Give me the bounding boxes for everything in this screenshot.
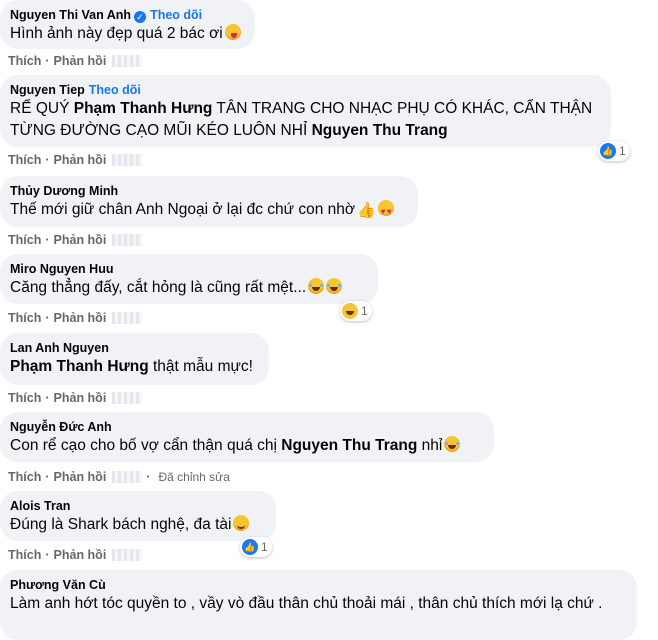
like-reaction-icon: 👍: [600, 143, 616, 159]
comment-text: Con rể cạo cho bố vợ cẩn thận quá chị Ng…: [10, 435, 482, 457]
comment-text: Thế mới giữ chân Anh Ngoại ở lại đc chứ …: [10, 199, 406, 223]
separator: ·: [45, 233, 50, 247]
comment-author[interactable]: Lan Anh Nguyen: [10, 341, 109, 355]
separator: ·: [45, 548, 50, 562]
comment-bubble: Phương Văn Cù Làm anh hớt tóc quyền to ,…: [0, 570, 637, 640]
like-link[interactable]: Thích: [8, 547, 41, 563]
reply-link[interactable]: Phản hồi: [54, 390, 107, 406]
comment-actions: Thích · Phản hồi: [8, 310, 143, 326]
tears-of-joy-emoji-icon: [308, 278, 325, 294]
mention-link[interactable]: Nguyen Thu Trang: [312, 122, 448, 139]
comment-author[interactable]: Nguyễn Đức Anh: [10, 420, 112, 434]
mention-link[interactable]: Phạm Thanh Hưng: [10, 358, 149, 375]
comment-actions: Thích · Phản hồi: [8, 547, 143, 563]
reply-link[interactable]: Phản hồi: [54, 232, 107, 248]
like-link[interactable]: Thích: [8, 152, 41, 168]
reply-link[interactable]: Phản hồi: [54, 53, 107, 69]
comment-actions: Thích · Phản hồi: [8, 53, 143, 69]
comment-actions: Thích · Phản hồi: [8, 152, 143, 168]
like-link[interactable]: Thích: [8, 232, 41, 248]
comment-bubble: Miro Nguyen Huu Căng thẳng đấy, cắt hỏng…: [0, 254, 378, 304]
winking-kiss-emoji-icon: [224, 24, 241, 40]
reply-link[interactable]: Phản hồi: [54, 469, 107, 485]
verified-badge-icon: ✓: [134, 11, 147, 23]
timestamp-redacted: [112, 55, 143, 67]
timestamp-redacted: [112, 234, 143, 246]
follow-button[interactable]: Theo dõi: [89, 83, 141, 97]
comment-author[interactable]: Phương Văn Cù: [10, 578, 106, 592]
heart-eyes-emoji-icon: [377, 200, 394, 223]
like-link[interactable]: Thích: [8, 469, 41, 485]
comment-bubble: Nguyen Thi Van Anh ✓ Theo dõi Hình ảnh này…: [0, 0, 255, 49]
comment-actions: Thích · Phản hồi: [8, 232, 143, 248]
comment-bubble: Lan Anh Nguyen Phạm Thanh Hưng thật mẫu …: [0, 333, 269, 385]
comment-text: Phạm Thanh Hưng thật mẫu mực!: [10, 358, 253, 375]
tears-of-joy-emoji-icon: [444, 436, 461, 452]
comment-actions: Thích · Phản hồi: [8, 390, 143, 406]
comment-text: Căng thẳng đấy, cắt hỏng là cũng rất mệt…: [10, 277, 366, 299]
separator: ·: [45, 54, 50, 68]
timestamp-redacted: [112, 312, 143, 324]
comment-text: Hình ảnh này đẹp quá 2 bác ơi: [10, 23, 243, 45]
separator: ·: [45, 391, 50, 405]
comment-author[interactable]: Alois Tran: [10, 499, 70, 513]
timestamp-redacted: [112, 471, 143, 483]
comment-bubble: Nguyễn Đức Anh Con rể cạo cho bố vợ cẩn …: [0, 412, 494, 462]
reply-link[interactable]: Phản hồi: [54, 152, 107, 168]
comment-actions: Thích · Phản hồi · Đã chỉnh sửa: [8, 469, 230, 485]
comment-text: Đúng là Shark bách nghệ, đa tài: [10, 514, 264, 536]
comment-bubble: Nguyen Tiep Theo dõi RỂ QUÝ Phạm Thanh Hư…: [0, 75, 611, 147]
thumbs-up-emoji-icon: 👍: [357, 202, 376, 219]
reply-link[interactable]: Phản hồi: [54, 310, 107, 326]
smiling-face-emoji-icon: [233, 515, 250, 531]
tears-of-joy-emoji-icon: [326, 278, 343, 294]
comment-text: Làm anh hớt tóc quyền to , vầy vò đầu th…: [10, 595, 603, 612]
timestamp-redacted: [112, 392, 143, 404]
edited-label[interactable]: Đã chỉnh sửa: [158, 469, 229, 485]
like-reaction-icon: 👍: [242, 539, 258, 555]
timestamp-redacted: [112, 549, 143, 561]
separator: ·: [45, 470, 50, 484]
comment-text: RỂ QUÝ Phạm Thanh Hưng TÂN TRANG CHO NHẠ…: [10, 100, 593, 139]
comment-author[interactable]: Miro Nguyen Huu: [10, 262, 113, 276]
reaction-count[interactable]: 👍 1: [240, 537, 272, 557]
comment-author[interactable]: Nguyen Thi Van Anh: [10, 8, 131, 22]
mention-link[interactable]: Phạm Thanh Hưng: [74, 100, 213, 117]
separator: ·: [146, 470, 151, 484]
separator: ·: [45, 311, 50, 325]
comment-bubble: Alois Tran Đúng là Shark bách nghệ, đa t…: [0, 491, 276, 541]
follow-button[interactable]: Theo dõi: [150, 8, 202, 22]
like-link[interactable]: Thích: [8, 390, 41, 406]
comment-author[interactable]: Nguyen Tiep: [10, 83, 85, 97]
comment-bubble: Thủy Dương Minh Thế mới giữ chân Anh Ngo…: [0, 176, 418, 227]
reaction-count[interactable]: 1: [340, 301, 372, 321]
like-link[interactable]: Thích: [8, 310, 41, 326]
reaction-count[interactable]: 👍 1: [598, 141, 630, 161]
timestamp-redacted: [112, 154, 143, 166]
mention-link[interactable]: Nguyen Thu Trang: [281, 437, 417, 454]
comment-author[interactable]: Thủy Dương Minh: [10, 184, 118, 198]
haha-reaction-icon: [342, 303, 358, 319]
like-link[interactable]: Thích: [8, 53, 41, 69]
reply-link[interactable]: Phản hồi: [54, 547, 107, 563]
separator: ·: [45, 153, 50, 167]
